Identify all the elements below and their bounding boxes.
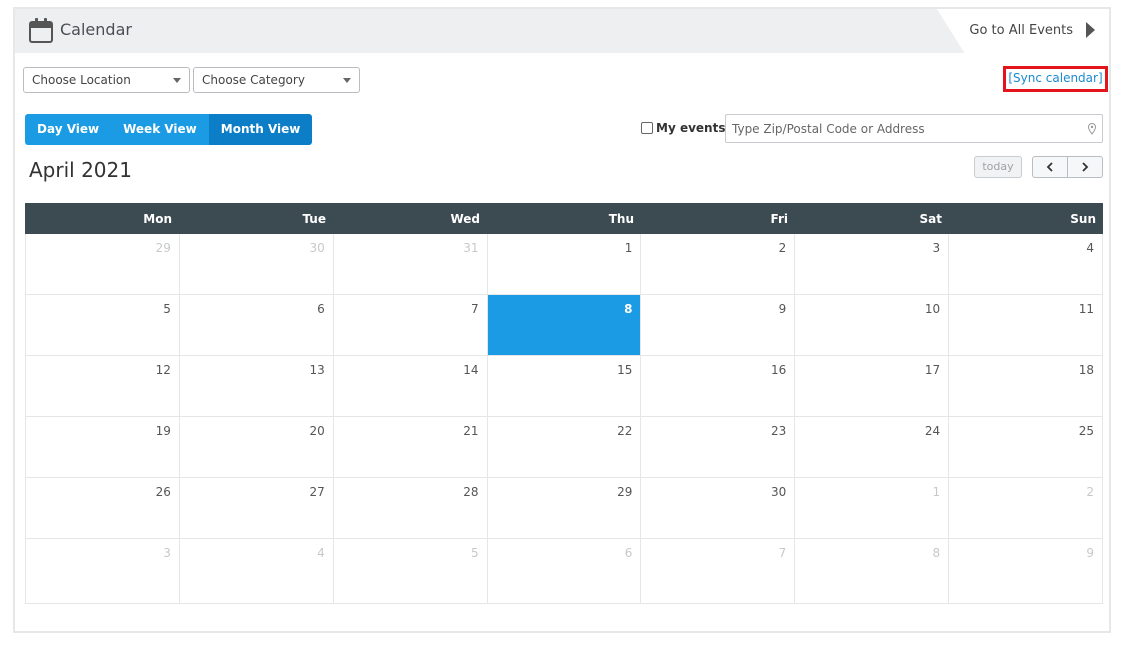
calendar-icon bbox=[29, 18, 53, 43]
day-cell[interactable]: 30 bbox=[179, 234, 334, 295]
previous-month-button[interactable] bbox=[1033, 157, 1067, 177]
day-cell[interactable]: 31 bbox=[333, 234, 488, 295]
day-cell[interactable]: 1 bbox=[487, 234, 642, 295]
month-title: April 2021 bbox=[29, 158, 132, 182]
day-cell-today[interactable]: 8 bbox=[487, 295, 642, 356]
day-cell[interactable]: 29 bbox=[26, 234, 180, 295]
month-view-button[interactable]: Month View bbox=[208, 114, 313, 145]
day-cell[interactable]: 26 bbox=[26, 478, 180, 539]
day-cell[interactable]: 27 bbox=[179, 478, 334, 539]
zip-address-placeholder: Type Zip/Postal Code or Address bbox=[732, 122, 925, 136]
location-select[interactable]: Choose Location bbox=[23, 67, 190, 93]
day-cell[interactable]: 22 bbox=[487, 417, 642, 478]
caret-right-icon bbox=[1086, 22, 1095, 38]
dow-mon: Mon bbox=[143, 212, 172, 226]
next-month-button[interactable] bbox=[1067, 157, 1102, 177]
month-grid: Mon Tue Wed Thu Fri Sat Sun 29 30 31 1 2 3 4 5 6… bbox=[25, 203, 1104, 604]
day-cell[interactable]: 10 bbox=[795, 295, 950, 356]
day-cell[interactable]: 11 bbox=[949, 295, 1104, 356]
day-cell[interactable]: 16 bbox=[641, 356, 796, 417]
day-cell[interactable]: 3 bbox=[795, 234, 950, 295]
week-row: 5 6 7 8 9 10 11 bbox=[26, 295, 1104, 356]
dow-sun: Sun bbox=[1070, 212, 1096, 226]
caret-down-icon bbox=[343, 78, 351, 83]
day-cell[interactable]: 25 bbox=[949, 417, 1104, 478]
day-cell[interactable]: 2 bbox=[949, 478, 1104, 539]
location-select-value: Choose Location bbox=[32, 73, 131, 87]
chevron-left-icon bbox=[1046, 162, 1053, 172]
dow-fri: Fri bbox=[770, 212, 788, 226]
go-to-all-events-label: Go to All Events bbox=[969, 23, 1073, 38]
week-row: 19 20 21 22 23 24 25 bbox=[26, 417, 1104, 478]
month-navigation bbox=[1032, 156, 1103, 178]
view-switcher: Day View Week View Month View bbox=[25, 114, 313, 145]
my-events-checkbox[interactable] bbox=[641, 122, 653, 134]
day-cell[interactable]: 9 bbox=[949, 539, 1104, 604]
calendar-panel: Calendar Go to All Events Choose Locatio… bbox=[13, 7, 1111, 633]
location-pin-icon bbox=[1088, 123, 1096, 135]
day-cell[interactable]: 18 bbox=[949, 356, 1104, 417]
day-cell[interactable]: 7 bbox=[333, 295, 488, 356]
category-select[interactable]: Choose Category bbox=[193, 67, 360, 93]
day-cell[interactable]: 24 bbox=[795, 417, 950, 478]
dow-sat: Sat bbox=[919, 212, 942, 226]
day-cell[interactable]: 17 bbox=[795, 356, 950, 417]
my-events-label: My events bbox=[656, 121, 726, 135]
day-cell[interactable]: 6 bbox=[179, 295, 334, 356]
day-cell[interactable]: 23 bbox=[641, 417, 796, 478]
day-cell[interactable]: 29 bbox=[487, 478, 642, 539]
day-cell[interactable]: 3 bbox=[26, 539, 180, 604]
day-cell[interactable]: 7 bbox=[641, 539, 796, 604]
day-of-week-header: Mon Tue Wed Thu Fri Sat Sun bbox=[25, 203, 1103, 234]
day-cell[interactable]: 15 bbox=[487, 356, 642, 417]
category-select-value: Choose Category bbox=[202, 73, 305, 87]
day-cell[interactable]: 28 bbox=[333, 478, 488, 539]
dow-thu: Thu bbox=[608, 212, 634, 226]
sync-calendar-link[interactable]: [Sync calendar] bbox=[1003, 66, 1108, 92]
dow-tue: Tue bbox=[302, 212, 326, 226]
week-row: 26 27 28 29 30 1 2 bbox=[26, 478, 1104, 539]
today-button[interactable]: today bbox=[974, 156, 1022, 178]
week-view-button[interactable]: Week View bbox=[111, 114, 209, 145]
day-cell[interactable]: 5 bbox=[26, 295, 180, 356]
day-cell[interactable]: 2 bbox=[641, 234, 796, 295]
day-cell[interactable]: 8 bbox=[795, 539, 950, 604]
day-cell[interactable]: 4 bbox=[949, 234, 1104, 295]
caret-down-icon bbox=[173, 78, 181, 83]
day-cell[interactable]: 4 bbox=[179, 539, 334, 604]
my-events-toggle[interactable]: My events bbox=[641, 121, 725, 135]
go-to-all-events-link[interactable]: Go to All Events bbox=[937, 9, 1109, 53]
zip-address-input[interactable]: Type Zip/Postal Code or Address bbox=[725, 114, 1103, 143]
day-cell[interactable]: 9 bbox=[641, 295, 796, 356]
day-cell[interactable]: 5 bbox=[333, 539, 488, 604]
day-cell[interactable]: 14 bbox=[333, 356, 488, 417]
day-cell[interactable]: 30 bbox=[641, 478, 796, 539]
week-rows: 29 30 31 1 2 3 4 5 6 7 8 9 10 11 12 13 14 15 16 17 18 19 20 21 2… bbox=[25, 234, 1104, 604]
chevron-right-icon bbox=[1082, 162, 1089, 172]
day-cell[interactable]: 1 bbox=[795, 478, 950, 539]
day-cell[interactable]: 21 bbox=[333, 417, 488, 478]
day-cell[interactable]: 12 bbox=[26, 356, 180, 417]
page-title: Calendar bbox=[60, 20, 132, 39]
week-row: 29 30 31 1 2 3 4 bbox=[26, 234, 1104, 295]
week-row: 12 13 14 15 16 17 18 bbox=[26, 356, 1104, 417]
day-cell[interactable]: 13 bbox=[179, 356, 334, 417]
day-cell[interactable]: 20 bbox=[179, 417, 334, 478]
dow-wed: Wed bbox=[450, 212, 480, 226]
calendar-header: Calendar Go to All Events bbox=[15, 9, 1109, 53]
day-cell[interactable]: 19 bbox=[26, 417, 180, 478]
week-row: 3456789 bbox=[26, 539, 1104, 604]
day-cell[interactable]: 6 bbox=[487, 539, 642, 604]
day-view-button[interactable]: Day View bbox=[25, 114, 112, 145]
